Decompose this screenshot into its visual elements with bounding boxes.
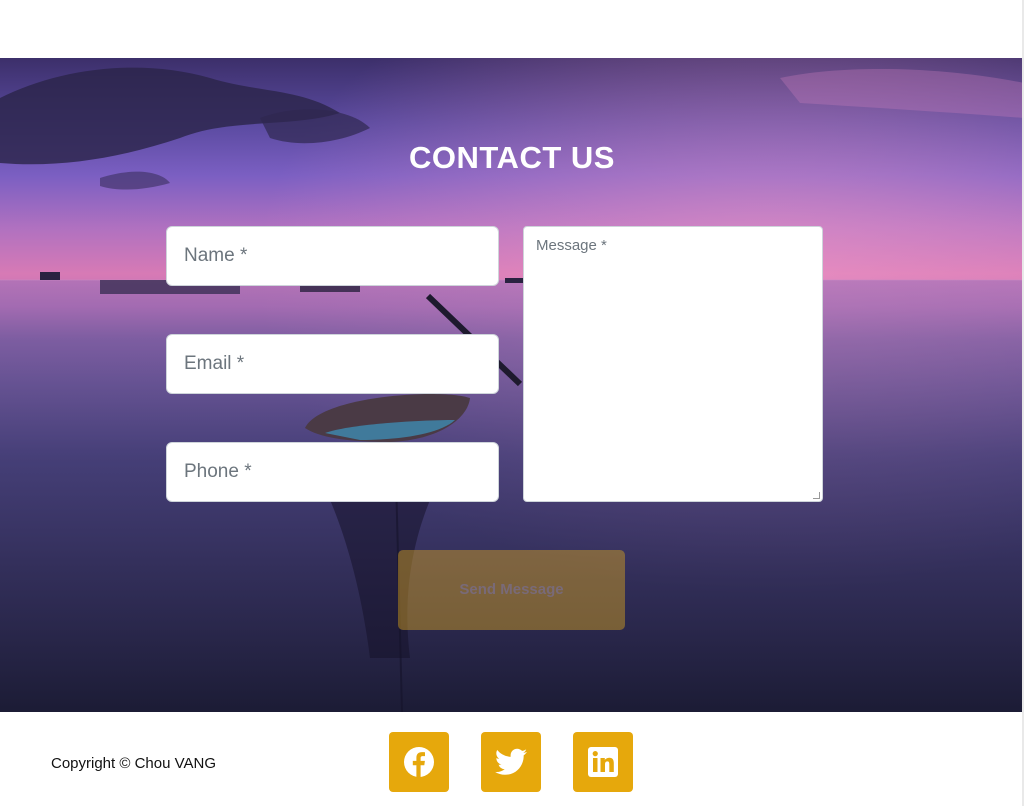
- send-message-button[interactable]: Send Message: [398, 550, 625, 630]
- message-textarea[interactable]: Message *: [523, 226, 823, 502]
- contact-section: CONTACT US Name * Email * Phone * Messag…: [0, 58, 1024, 712]
- phone-input[interactable]: Phone *: [166, 442, 499, 502]
- message-placeholder: Message *: [536, 237, 607, 254]
- top-nav-bar: [0, 0, 1024, 58]
- copyright-text: Copyright © Chou VANG: [51, 755, 217, 772]
- facebook-icon: [404, 747, 434, 777]
- twitter-icon: [495, 748, 527, 775]
- linkedin-icon: [588, 747, 618, 777]
- email-input[interactable]: Email *: [166, 334, 499, 394]
- twitter-link[interactable]: [481, 732, 541, 792]
- name-input[interactable]: Name *: [166, 226, 499, 286]
- linkedin-link[interactable]: [573, 732, 633, 792]
- section-title: CONTACT US: [409, 140, 615, 175]
- footer: Copyright © Chou VANG: [0, 712, 1022, 806]
- resize-handle[interactable]: [813, 492, 820, 499]
- facebook-link[interactable]: [389, 732, 449, 792]
